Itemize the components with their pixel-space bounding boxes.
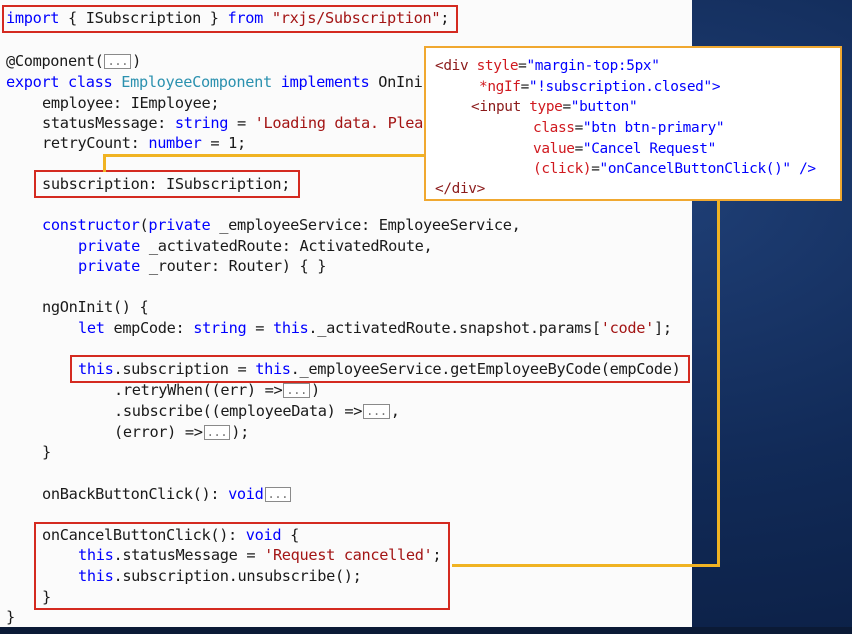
import-highlight-box: [2, 5, 458, 33]
error-line: (error) =>...);: [114, 423, 249, 441]
connector-line: [452, 564, 720, 567]
value-attr-line: value="Cancel Request": [533, 141, 716, 157]
subscribe-line: .subscribe((employeeData) =>...,: [114, 402, 400, 420]
class-close-brace: }: [6, 608, 15, 626]
class-attr-line: class="btn btn-primary": [533, 120, 725, 136]
employee-property: employee: IEmployee;: [42, 94, 220, 112]
constructor-line-1: constructor(private _employeeService: Em…: [42, 216, 521, 234]
constructor-line-2: private _activatedRoute: ActivatedRoute,: [78, 237, 433, 255]
connector-line: [717, 188, 720, 567]
subscription-highlight-box: [34, 170, 300, 198]
fold-marker[interactable]: ...: [363, 404, 390, 419]
status-message-property: statusMessage: string = 'Loading data. P…: [42, 114, 424, 132]
bottom-rule: [0, 627, 852, 634]
connector-line: [103, 156, 106, 172]
constructor-line-3: private _router: Router) { }: [78, 257, 327, 275]
ngif-line: *ngIf="!subscription.closed">: [479, 79, 721, 95]
back-button-handler: onBackButtonClick(): void...: [42, 485, 292, 503]
connector-line: [103, 154, 461, 157]
cancel-handler-highlight-box: [34, 522, 450, 610]
fold-marker[interactable]: ...: [203, 425, 231, 440]
fold-marker[interactable]: ...: [104, 54, 132, 69]
fold-marker[interactable]: ...: [283, 383, 310, 398]
retry-when-line: .retryWhen((err) =>...): [114, 381, 320, 399]
div-close-line: </div>: [435, 181, 485, 197]
component-decorator: @Component(...): [6, 52, 141, 70]
div-open-line: <div style="margin-top:5px": [435, 58, 660, 74]
retry-count-property: retryCount: number = 1;: [42, 134, 246, 152]
empcode-line: let empCode: string = this._activatedRou…: [78, 319, 672, 337]
template-snippet-popup: <div style="margin-top:5px" *ngIf="!subs…: [424, 46, 842, 201]
input-open-line: <input type="button": [471, 99, 638, 115]
ngoninit-close-brace: }: [42, 443, 51, 461]
click-attr-line: (click)="onCancelButtonClick()" />: [533, 161, 816, 177]
subscription-assign-highlight-box: [70, 355, 690, 383]
class-declaration: export class EmployeeComponent implement…: [6, 73, 423, 91]
fold-marker[interactable]: ...: [264, 487, 292, 502]
ngoninit-declaration: ngOnInit() {: [42, 298, 149, 316]
